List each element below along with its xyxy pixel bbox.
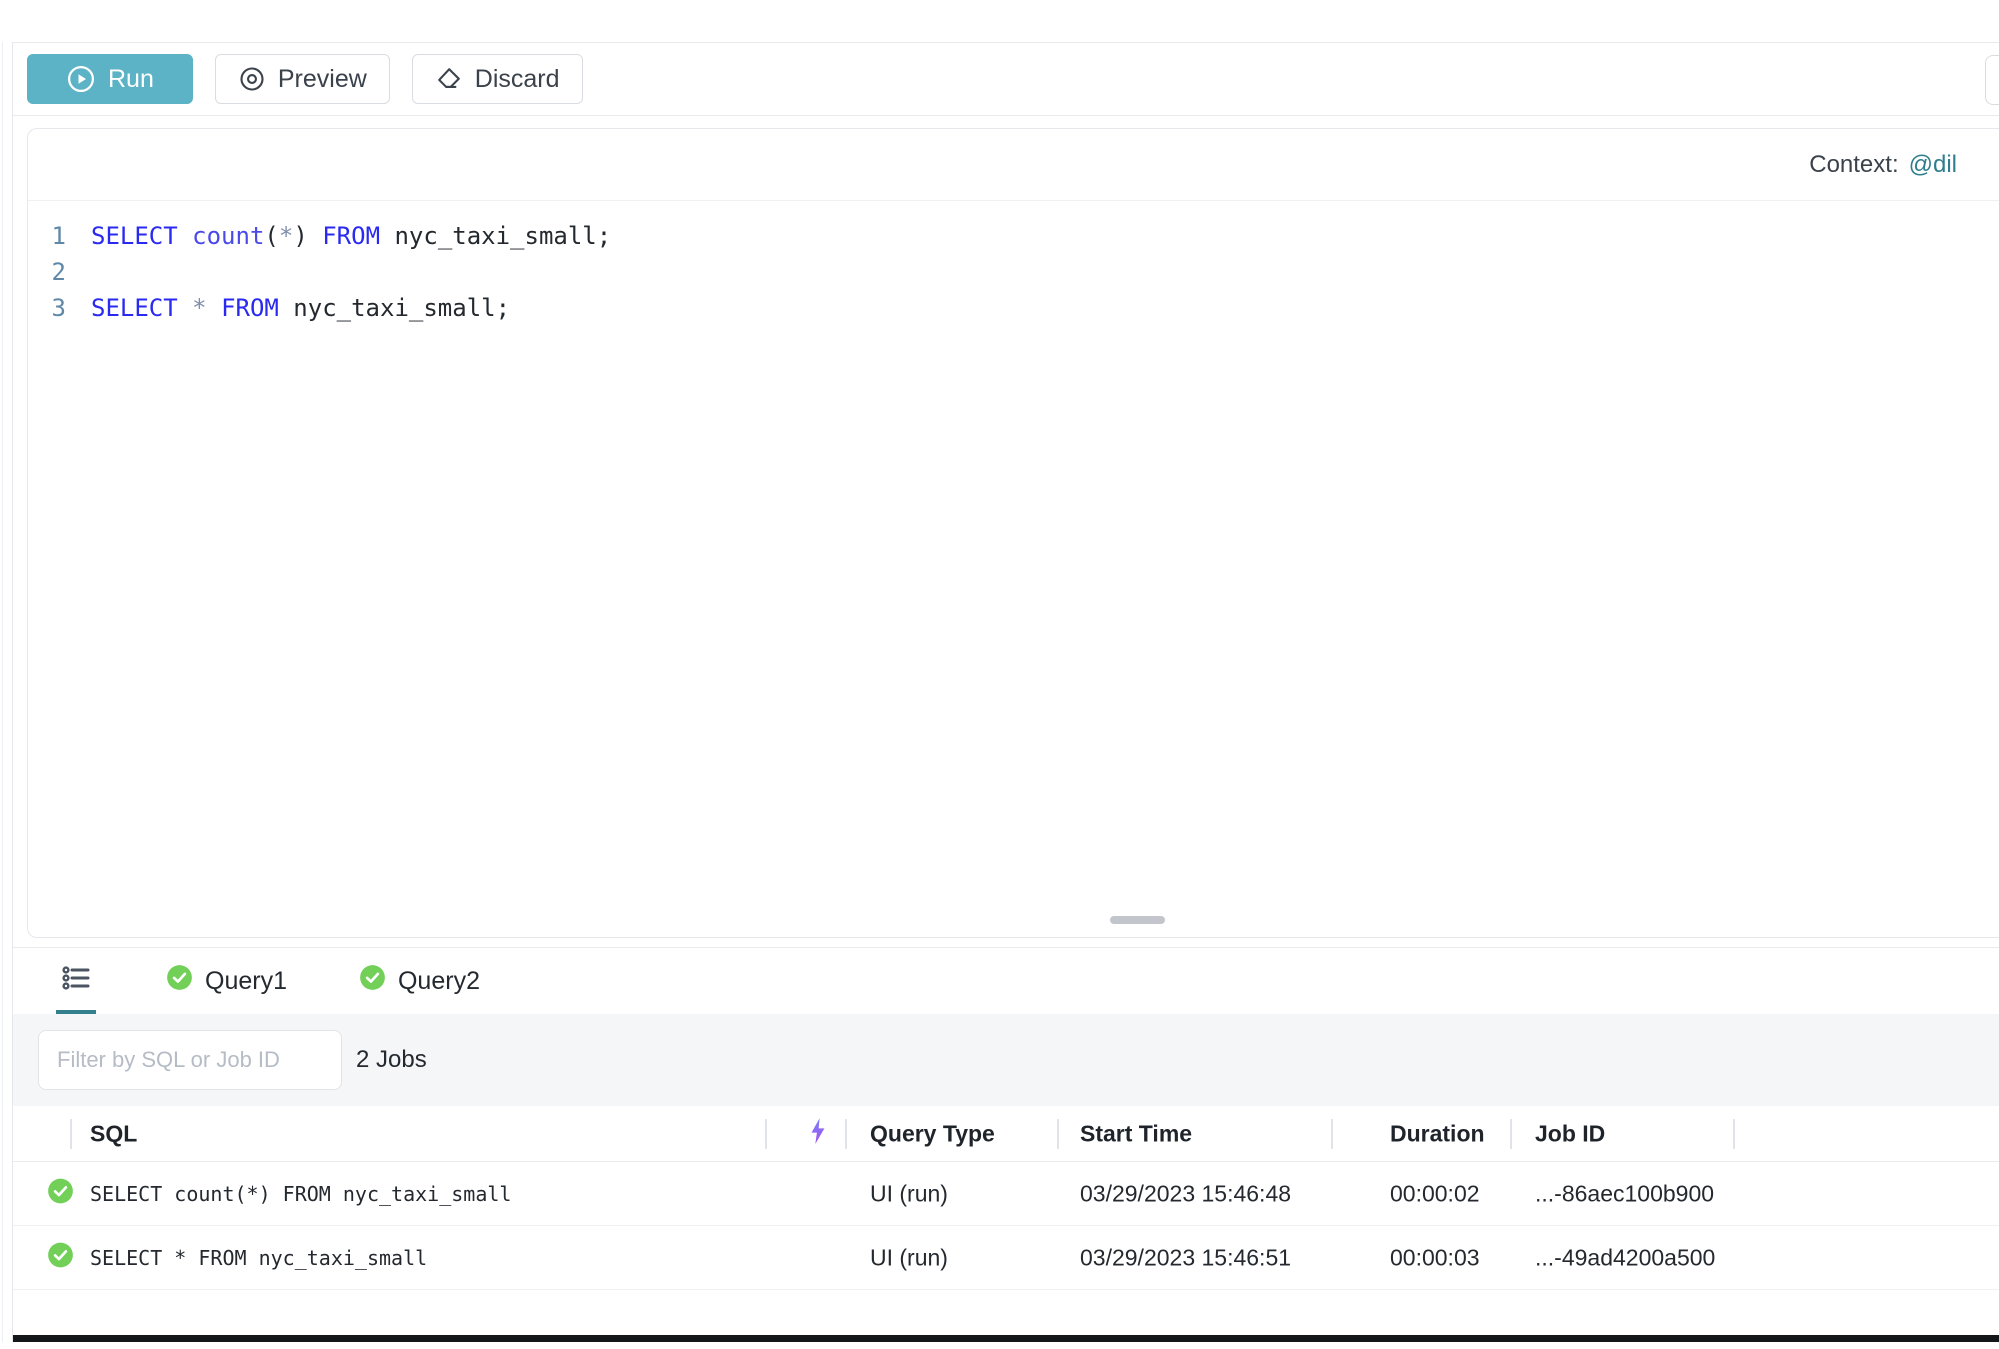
right-panel-toggle-button[interactable] [1985, 55, 1999, 105]
column-header-query-type: Query Type [870, 1120, 995, 1147]
run-button[interactable]: Run [27, 54, 193, 104]
bolt-icon [805, 1116, 831, 1152]
job-id: ...-49ad4200a500 [1535, 1244, 1715, 1271]
column-header-duration: Duration [1390, 1120, 1485, 1147]
column-separator [845, 1119, 847, 1149]
job-row[interactable]: SELECT * FROM nyc_taxi_small UI (run) 03… [13, 1226, 1999, 1290]
context-bar: Context: @dil [28, 129, 1999, 201]
job-id: ...-86aec100b900 [1535, 1180, 1714, 1207]
eraser-icon [435, 65, 463, 93]
jobs-filter-input[interactable] [38, 1030, 342, 1090]
results-tabbar: Query1 Query2 [13, 947, 1999, 1014]
preview-lens-icon [238, 65, 266, 93]
job-sql: SELECT count(*) FROM nyc_taxi_small [90, 1182, 511, 1206]
sql-workspace: Run Preview Discard [0, 0, 1999, 1349]
list-icon [58, 960, 94, 1003]
discard-button-label: Discard [475, 65, 560, 94]
column-separator [1510, 1119, 1512, 1149]
job-row[interactable]: SELECT count(*) FROM nyc_taxi_small UI (… [13, 1162, 1999, 1226]
code-line-text: SELECT count(*) FROM nyc_taxi_small; [66, 218, 611, 254]
preview-button[interactable]: Preview [215, 54, 390, 104]
job-success-icon [47, 1177, 74, 1210]
line-number: 3 [28, 290, 66, 326]
column-separator [1733, 1119, 1735, 1149]
column-header-sql: SQL [90, 1120, 137, 1147]
job-query-type: UI (run) [870, 1244, 948, 1271]
column-separator [765, 1119, 767, 1149]
window-bottom-edge [13, 1335, 1999, 1342]
job-sql: SELECT * FROM nyc_taxi_small [90, 1246, 427, 1270]
sql-editor-card: Context: @dil 1 SELECT count(*) FROM nyc… [27, 128, 1999, 938]
collapsed-sidebar-rail [2, 42, 13, 1342]
job-start-time: 03/29/2023 15:46:51 [1080, 1244, 1291, 1271]
main-panel: Run Preview Discard [13, 0, 1999, 1342]
column-separator [1331, 1119, 1333, 1149]
line-number: 2 [28, 254, 66, 290]
code-line-text [66, 254, 91, 290]
job-start-time: 03/29/2023 15:46:48 [1080, 1180, 1291, 1207]
tab-job-list[interactable] [58, 948, 94, 1014]
editor-toolbar: Run Preview Discard [13, 42, 1999, 116]
column-separator [70, 1119, 72, 1149]
tab-query1[interactable]: Query1 [166, 948, 287, 1014]
code-line-text: SELECT * FROM nyc_taxi_small; [66, 290, 510, 326]
context-label: Context: [1809, 151, 1898, 179]
job-success-icon [47, 1241, 74, 1274]
line-number: 1 [28, 218, 66, 254]
jobs-count: 2 Jobs [356, 1046, 427, 1074]
code-line: 3 SELECT * FROM nyc_taxi_small; [28, 290, 1999, 326]
column-header-job-id: Job ID [1535, 1120, 1605, 1147]
play-circle-icon [66, 64, 96, 94]
tab-query2[interactable]: Query2 [359, 948, 480, 1014]
jobs-table-header: SQL Query Type Start Time Duratio [13, 1106, 1999, 1162]
discard-button[interactable]: Discard [412, 54, 583, 104]
tab-query2-label: Query2 [398, 967, 480, 996]
job-duration: 00:00:03 [1390, 1244, 1480, 1271]
column-separator [1057, 1119, 1059, 1149]
tab-query1-label: Query1 [205, 967, 287, 996]
jobs-filter-bar: 2 Jobs [13, 1014, 1999, 1106]
sql-code-editor[interactable]: 1 SELECT count(*) FROM nyc_taxi_small; 2… [28, 201, 1999, 326]
context-link[interactable]: @dil [1909, 151, 1957, 179]
code-line: 1 SELECT count(*) FROM nyc_taxi_small; [28, 218, 1999, 254]
preview-button-label: Preview [278, 65, 367, 94]
column-header-start-time: Start Time [1080, 1120, 1192, 1147]
success-check-icon [359, 964, 386, 998]
job-duration: 00:00:02 [1390, 1180, 1480, 1207]
code-line: 2 [28, 254, 1999, 290]
job-query-type: UI (run) [870, 1180, 948, 1207]
run-button-label: Run [108, 65, 154, 94]
success-check-icon [166, 964, 193, 998]
resize-handle[interactable] [1110, 916, 1165, 924]
